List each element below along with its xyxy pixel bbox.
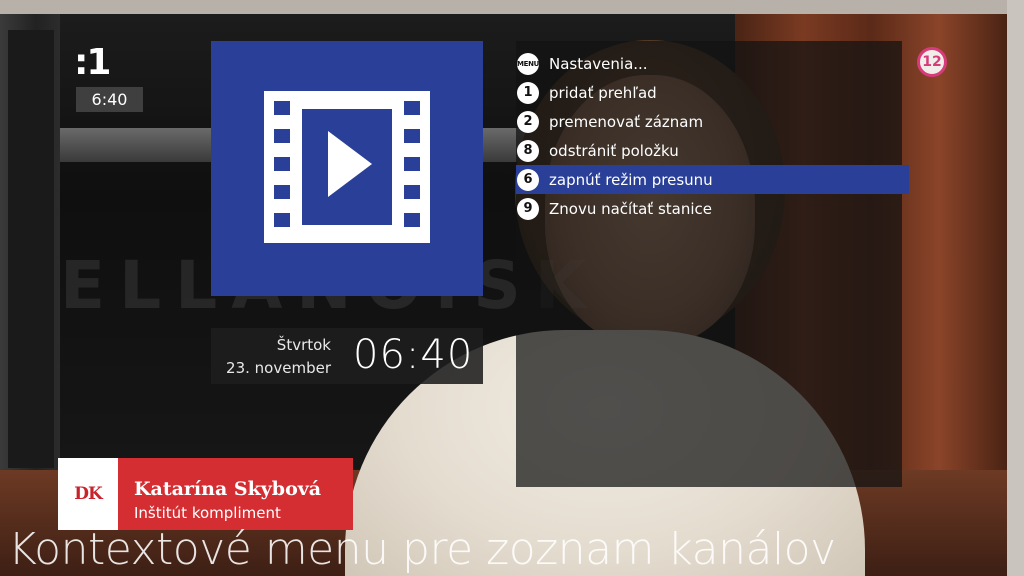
- menu-item-label: Znovu načítať stanice: [549, 199, 712, 218]
- lower-third-namebox: Katarína Skybová Inštitút kompliment: [118, 458, 353, 530]
- date-label: 23. november: [226, 359, 331, 377]
- menu-item-move-mode[interactable]: 6 zapnúť režim presunu: [516, 165, 909, 194]
- key-2-icon: 2: [517, 110, 539, 133]
- studio-frame-right: [1007, 0, 1024, 576]
- guest-role: Inštitút kompliment: [134, 504, 281, 522]
- menu-item-label: premenovať záznam: [549, 112, 704, 131]
- menu-item-reload-channels[interactable]: 9 Znovu načítať stanice: [516, 194, 902, 223]
- key-6-icon: 6: [517, 168, 539, 191]
- weekday-label: Štvrtok: [276, 336, 331, 354]
- menu-item-add-overview[interactable]: 1 pridať prehľad: [516, 78, 902, 107]
- menu-item-settings[interactable]: MENU Nastavenia...: [516, 49, 902, 78]
- context-menu-list: MENU Nastavenia... 1 pridať prehľad 2 pr…: [516, 49, 909, 223]
- film-play-icon: [264, 91, 430, 243]
- guest-name: Katarína Skybová: [134, 478, 322, 500]
- menu-item-label: zapnúť režim presunu: [549, 170, 713, 189]
- studio-left-shade: [8, 30, 54, 468]
- age-rating-badge: 12: [917, 47, 947, 77]
- context-menu: MENU Nastavenia... 1 pridať prehľad 2 pr…: [516, 41, 909, 487]
- channel-clock: 6:40: [76, 87, 143, 112]
- key-9-icon: 9: [517, 197, 539, 220]
- menu-item-label: odstrániť položku: [549, 141, 679, 160]
- date-time-panel: Štvrtok 23. november 06:40: [211, 328, 483, 384]
- key-1-icon: 1: [517, 81, 539, 104]
- current-time: 06:40: [353, 332, 474, 378]
- media-tile[interactable]: [211, 41, 483, 296]
- show-logo: DK: [58, 458, 118, 530]
- show-logo-text: DK: [74, 484, 103, 504]
- channel-logo: :1: [74, 42, 111, 83]
- studio-frame-top: [0, 0, 1024, 14]
- menu-item-label: pridať prehľad: [549, 83, 657, 102]
- key-8-icon: 8: [517, 139, 539, 162]
- menu-item-delete[interactable]: 8 odstrániť položku: [516, 136, 902, 165]
- menu-key-icon: MENU: [517, 52, 539, 75]
- caption-text: Kontextové menu pre zoznam kanálov: [8, 524, 836, 575]
- menu-item-label: Nastavenia...: [549, 54, 648, 73]
- menu-item-rename[interactable]: 2 premenovať záznam: [516, 107, 902, 136]
